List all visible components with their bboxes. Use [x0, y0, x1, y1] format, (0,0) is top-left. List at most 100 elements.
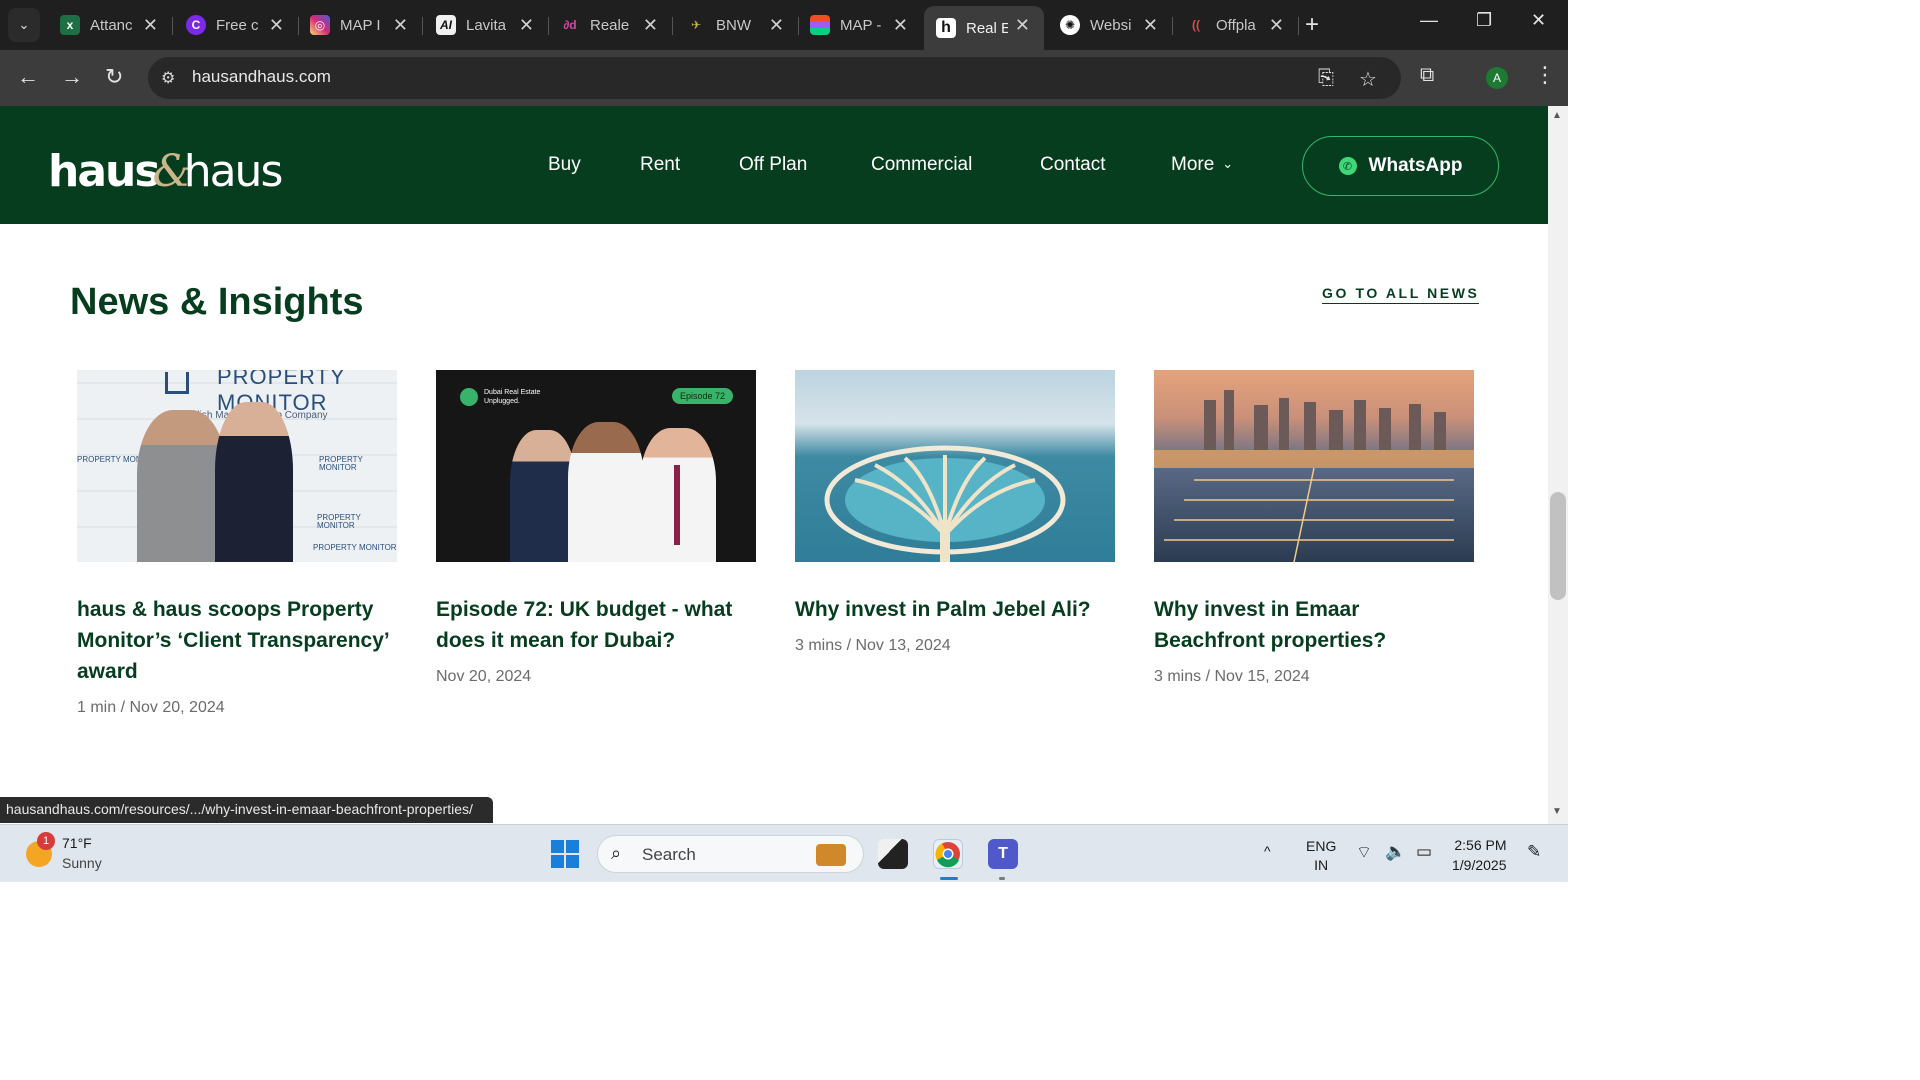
- minimize-icon[interactable]: —: [1420, 10, 1438, 31]
- close-tab-icon[interactable]: ✕: [1015, 15, 1030, 36]
- bnw-icon: ✈: [690, 18, 702, 32]
- install-app-icon[interactable]: ⎘: [1318, 67, 1334, 90]
- news-section-title: News & Insights: [70, 281, 364, 323]
- close-tab-icon[interactable]: ✕: [143, 15, 158, 36]
- tab-title: BNW: [716, 16, 751, 34]
- news-card[interactable]: Why invest in Emaar Beachfront propertie…: [1154, 370, 1474, 686]
- nav-buy[interactable]: Buy: [548, 154, 581, 176]
- browser-tab[interactable]: ✺ Websi ✕: [1048, 8, 1172, 42]
- page-scrollbar[interactable]: ▲ ▼: [1548, 106, 1568, 824]
- site-logo[interactable]: haus&haus: [48, 146, 284, 197]
- browser-tab[interactable]: x Attanc ✕: [48, 8, 172, 42]
- browser-tab-bar: ⌄ x Attanc ✕ C Free c ✕ ◎ MAP I ✕ AI Lav…: [0, 0, 1568, 50]
- nav-off-plan[interactable]: Off Plan: [739, 154, 807, 176]
- tab-search-button[interactable]: ⌄: [8, 8, 40, 42]
- reload-icon[interactable]: ↻: [105, 64, 123, 90]
- news-card[interactable]: Dubai Real Estate Unplugged. Episode 72 …: [436, 370, 756, 686]
- close-tab-icon[interactable]: ✕: [1143, 15, 1158, 36]
- canva-icon: C: [186, 15, 206, 35]
- scroll-down-icon[interactable]: ▼: [1552, 806, 1562, 817]
- podcast-logo-line: Unplugged.: [484, 398, 520, 405]
- extensions-icon[interactable]: ⧉: [1420, 64, 1434, 87]
- browser-tab[interactable]: ◎ MAP I ✕: [298, 8, 422, 42]
- news-card-meta: 3 mins / Nov 13, 2024: [795, 637, 951, 654]
- close-tab-icon[interactable]: ✕: [1269, 15, 1284, 36]
- browser-tab-active[interactable]: h Real E ✕: [924, 6, 1044, 50]
- close-tab-icon[interactable]: ✕: [893, 15, 908, 36]
- news-card[interactable]: PROPERTY MONITOR endish Maxwell Group Co…: [77, 370, 397, 717]
- profile-avatar[interactable]: A: [1486, 67, 1508, 89]
- scroll-up-icon[interactable]: ▲: [1552, 110, 1562, 121]
- close-tab-icon[interactable]: ✕: [393, 15, 408, 36]
- chart-logo-icon: [165, 372, 189, 394]
- new-tab-icon[interactable]: +: [1305, 11, 1319, 39]
- nav-commercial[interactable]: Commercial: [871, 154, 972, 176]
- address-bar[interactable]: ⚙ hausandhaus.com ⎘ ☆: [148, 57, 1401, 99]
- notification-badge: 1: [37, 832, 55, 850]
- restore-icon[interactable]: ❐: [1476, 10, 1492, 31]
- taskbar-search-box[interactable]: ⌕ Search: [597, 835, 864, 873]
- logo-text-right: haus: [183, 146, 284, 197]
- battery-icon[interactable]: ▭: [1416, 842, 1432, 862]
- realestate-icon: ∂d: [563, 18, 577, 32]
- tab-separator: [172, 17, 173, 35]
- tab-title: Free c: [216, 16, 258, 34]
- close-tab-icon[interactable]: ✕: [643, 15, 658, 36]
- close-tab-icon[interactable]: ✕: [519, 15, 534, 36]
- whatsapp-button[interactable]: ✆ WhatsApp: [1302, 136, 1499, 196]
- windows-start-icon[interactable]: [551, 840, 579, 868]
- banner-small-logo: PROPERTY MONITOR: [319, 455, 363, 472]
- news-card-image[interactable]: [795, 370, 1115, 562]
- browser-tab[interactable]: AI Lavita ✕: [424, 8, 548, 42]
- weather-condition[interactable]: Sunny: [62, 855, 102, 871]
- browser-tab[interactable]: (( Offpla ✕: [1174, 8, 1298, 42]
- browser-tab[interactable]: ∂d Reale ✕: [548, 8, 672, 42]
- news-card-image[interactable]: Dubai Real Estate Unplugged. Episode 72: [436, 370, 756, 562]
- tab-separator: [672, 17, 673, 35]
- news-card-image[interactable]: PROPERTY MONITOR endish Maxwell Group Co…: [77, 370, 397, 562]
- browser-tab[interactable]: C Free c ✕: [174, 8, 298, 42]
- banner-small-logo: PROPERTY MONITOR: [317, 513, 361, 530]
- back-icon[interactable]: ←: [17, 64, 39, 90]
- chrome-icon[interactable]: [933, 839, 963, 869]
- teams-icon[interactable]: T: [988, 839, 1018, 869]
- url-text[interactable]: hausandhaus.com: [192, 67, 331, 87]
- bookmark-star-icon[interactable]: ☆: [1359, 67, 1377, 92]
- news-card-image[interactable]: [1154, 370, 1474, 562]
- news-card-title[interactable]: Why invest in Palm Jebel Ali?: [795, 594, 1115, 625]
- windows-taskbar: 1 71°F Sunny ⌕ Search T ^ ENG IN ⌔ 🔈 ▭ 2…: [0, 824, 1568, 882]
- chrome-logo-icon: [935, 842, 960, 868]
- go-to-all-news-link[interactable]: GO TO ALL NEWS: [1322, 285, 1480, 304]
- news-card-title[interactable]: haus & haus scoops Property Monitor’s ‘C…: [77, 594, 397, 687]
- site-info-icon[interactable]: ⚙: [161, 68, 175, 88]
- browser-tab[interactable]: ✈ BNW ✕: [674, 8, 798, 42]
- browser-menu-icon[interactable]: ⋮: [1534, 62, 1556, 88]
- close-tab-icon[interactable]: ✕: [269, 15, 284, 36]
- language-indicator[interactable]: ENG IN: [1306, 837, 1336, 875]
- nav-rent[interactable]: Rent: [640, 154, 680, 176]
- nav-more[interactable]: More ⌄: [1171, 154, 1233, 176]
- file-explorer-icon[interactable]: [878, 839, 908, 869]
- news-card-title[interactable]: Why invest in Emaar Beachfront propertie…: [1154, 594, 1474, 656]
- person-figure: [215, 402, 293, 562]
- wifi-icon[interactable]: ⌔: [1356, 842, 1372, 863]
- close-window-icon[interactable]: ✕: [1531, 10, 1546, 31]
- address-toolbar: ← → ↻ ⚙ hausandhaus.com ⎘ ☆: [0, 50, 1568, 106]
- news-card[interactable]: Why invest in Palm Jebel Ali? 3 mins / N…: [795, 370, 1115, 655]
- notifications-icon[interactable]: ✎: [1527, 842, 1541, 862]
- news-card-title[interactable]: Episode 72: UK budget - what does it mea…: [436, 594, 756, 656]
- browser-tab[interactable]: MAP - ✕: [798, 8, 922, 42]
- hausandhaus-favicon-icon: h: [936, 18, 956, 38]
- banner-small-logo: PROPERTY MONITOR: [313, 543, 397, 552]
- scrollbar-thumb[interactable]: [1550, 492, 1566, 600]
- show-hidden-icons-caret[interactable]: ^: [1264, 843, 1271, 859]
- close-tab-icon[interactable]: ✕: [769, 15, 784, 36]
- forward-icon[interactable]: →: [61, 64, 83, 90]
- news-card-meta: Nov 20, 2024: [436, 668, 532, 685]
- tab-title: Lavita: [466, 16, 507, 34]
- volume-icon[interactable]: 🔈: [1385, 842, 1406, 862]
- nav-contact[interactable]: Contact: [1040, 154, 1105, 176]
- system-clock[interactable]: 2:56 PM 1/9/2025: [1452, 835, 1507, 875]
- tab-separator: [1172, 17, 1173, 35]
- weather-temperature[interactable]: 71°F: [62, 835, 92, 851]
